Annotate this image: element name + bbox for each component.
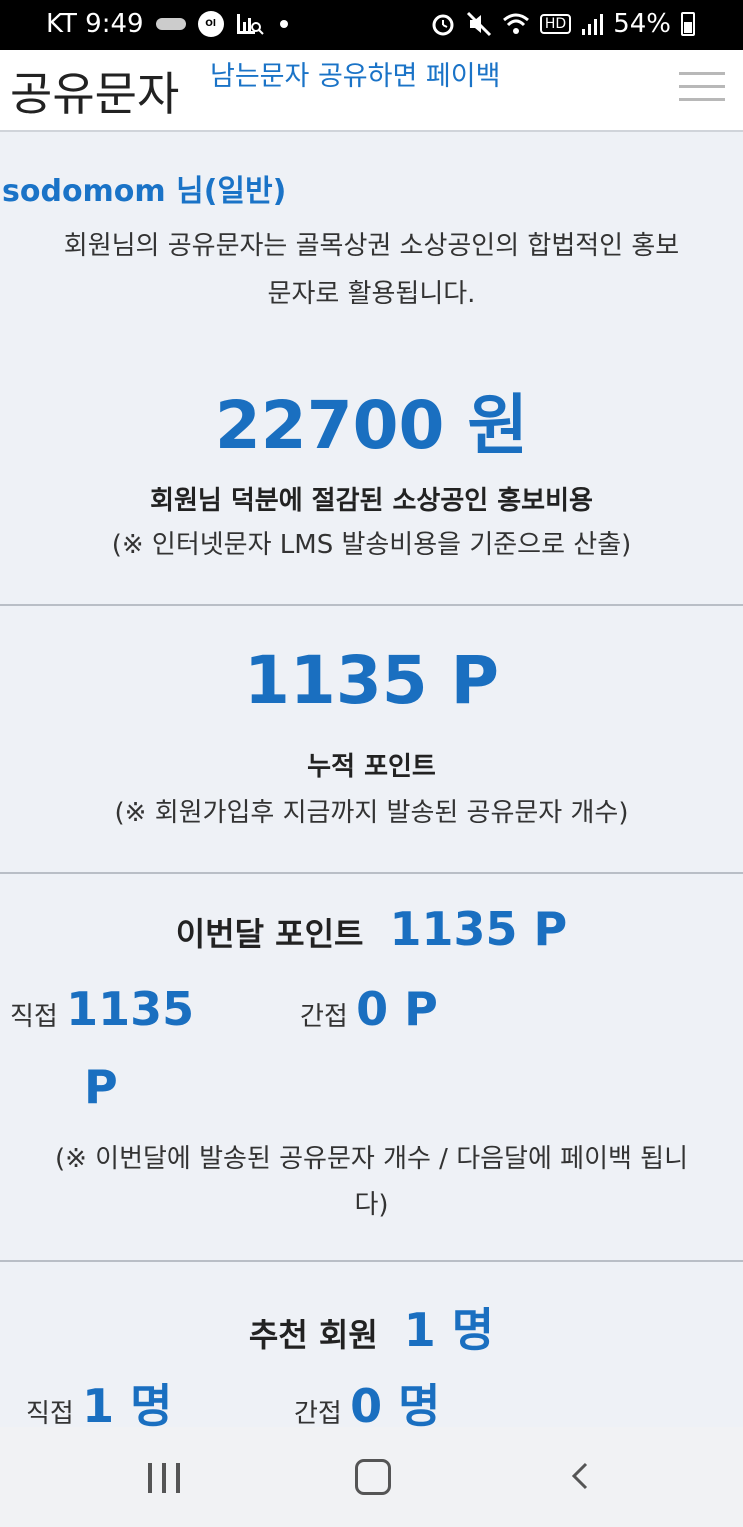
- monthly-points-section: 이번달 포인트 1135 P 직접 1135 P 간접 0 P (※ 이번달에 발…: [0, 874, 743, 1262]
- recent-apps-icon[interactable]: [148, 1463, 180, 1493]
- referral-label: 추천 회원: [248, 1316, 378, 1354]
- cumulative-points: 1135 P: [243, 642, 500, 719]
- chart-search-icon: [236, 14, 264, 35]
- monthly-indirect-label: 간접: [300, 1002, 348, 1032]
- monthly-points-total: 1135 P: [389, 902, 568, 956]
- saved-amount-caption: 회원님 덕분에 절감된 소상공인 홍보비용: [150, 486, 593, 516]
- savings-section: sodomom 님(일반) 회원님의 공유문자는 골목상권 소상공인의 합법적인…: [0, 132, 743, 606]
- battery-percent: 54%: [613, 9, 671, 39]
- referral-direct-value: 1 명: [82, 1379, 173, 1433]
- referral-section: 추천 회원 1 명 직접 1 명 간접 0 명: [0, 1262, 743, 1433]
- monthly-points-row: 이번달 포인트 1135 P: [0, 902, 743, 956]
- user-name: sodomom 님(일반): [2, 174, 287, 209]
- cumulative-points-section: 1135 P 누적 포인트 (※ 회원가입후 지금까지 발송된 공유문자 개수): [0, 606, 743, 874]
- cumulative-points-label: 누적 포인트: [307, 752, 436, 782]
- status-left: KT 9:49 Ol: [46, 9, 288, 39]
- monthly-direct: 직접 1135: [10, 982, 194, 1036]
- intro-line-1: 회원님의 공유문자는 골목상권 소상공인의 합법적인 홍보: [63, 231, 680, 261]
- monthly-points-label: 이번달 포인트: [175, 915, 364, 953]
- notification-pill-icon: [155, 18, 186, 30]
- monthly-direct-unit: P: [84, 1060, 118, 1114]
- monthly-note-line-1: (※ 이번달에 발송된 공유문자 개수 / 다음달에 페이백 됩니: [54, 1144, 689, 1174]
- monthly-note-line-2: 다): [354, 1190, 389, 1220]
- battery-icon: [681, 12, 695, 36]
- monthly-indirect-value: 0 P: [356, 982, 438, 1036]
- monthly-direct-value: 1135: [66, 982, 195, 1036]
- monthly-points-note: (※ 이번달에 발송된 공유문자 개수 / 다음달에 페이백 됩니 다): [0, 1136, 743, 1228]
- referral-indirect-label: 간접: [294, 1399, 342, 1429]
- referral-indirect-value: 0 명: [350, 1379, 441, 1433]
- olock-icon: Ol: [197, 11, 224, 37]
- carrier-time: KT 9:49: [46, 9, 144, 39]
- hd-badge: HD: [539, 14, 572, 34]
- monthly-direct-label: 직접: [10, 1002, 58, 1032]
- referral-row: 추천 회원 1 명: [0, 1294, 743, 1360]
- referral-total: 1 명: [403, 1303, 495, 1357]
- app-header: 공유문자 남는문자 공유하면 페이백: [0, 50, 743, 132]
- app-tagline: 남는문자 공유하면 페이백: [210, 61, 501, 92]
- home-icon[interactable]: [355, 1459, 391, 1495]
- referral-direct-label: 직접: [26, 1399, 74, 1429]
- saved-amount: 22700 원: [214, 387, 529, 464]
- monthly-direct-unit-text: P: [84, 1060, 118, 1114]
- saved-amount-note: (※ 인터넷문자 LMS 발송비용을 기준으로 산출): [111, 530, 632, 560]
- dot-icon: [279, 20, 288, 28]
- cumulative-points-note: (※ 회원가입후 지금까지 발송된 공유문자 개수): [114, 798, 629, 828]
- back-icon[interactable]: [566, 1461, 596, 1491]
- mute-icon: [466, 11, 491, 37]
- intro-text: 회원님의 공유문자는 골목상권 소상공인의 합법적인 홍보 문자로 활용됩니다.: [0, 222, 743, 318]
- status-bar: KT 9:49 Ol HD 54%: [0, 0, 743, 50]
- navigation-bar: [0, 1427, 743, 1527]
- monthly-indirect: 간접 0 P: [300, 982, 438, 1036]
- alarm-icon: [432, 14, 454, 36]
- wifi-icon: [502, 13, 529, 34]
- app-title[interactable]: 공유문자: [10, 58, 179, 124]
- status-right: HD 54%: [430, 9, 695, 39]
- intro-line-2: 문자로 활용됩니다.: [267, 279, 476, 309]
- signal-icon: [582, 14, 604, 35]
- hamburger-menu-icon[interactable]: [679, 72, 725, 106]
